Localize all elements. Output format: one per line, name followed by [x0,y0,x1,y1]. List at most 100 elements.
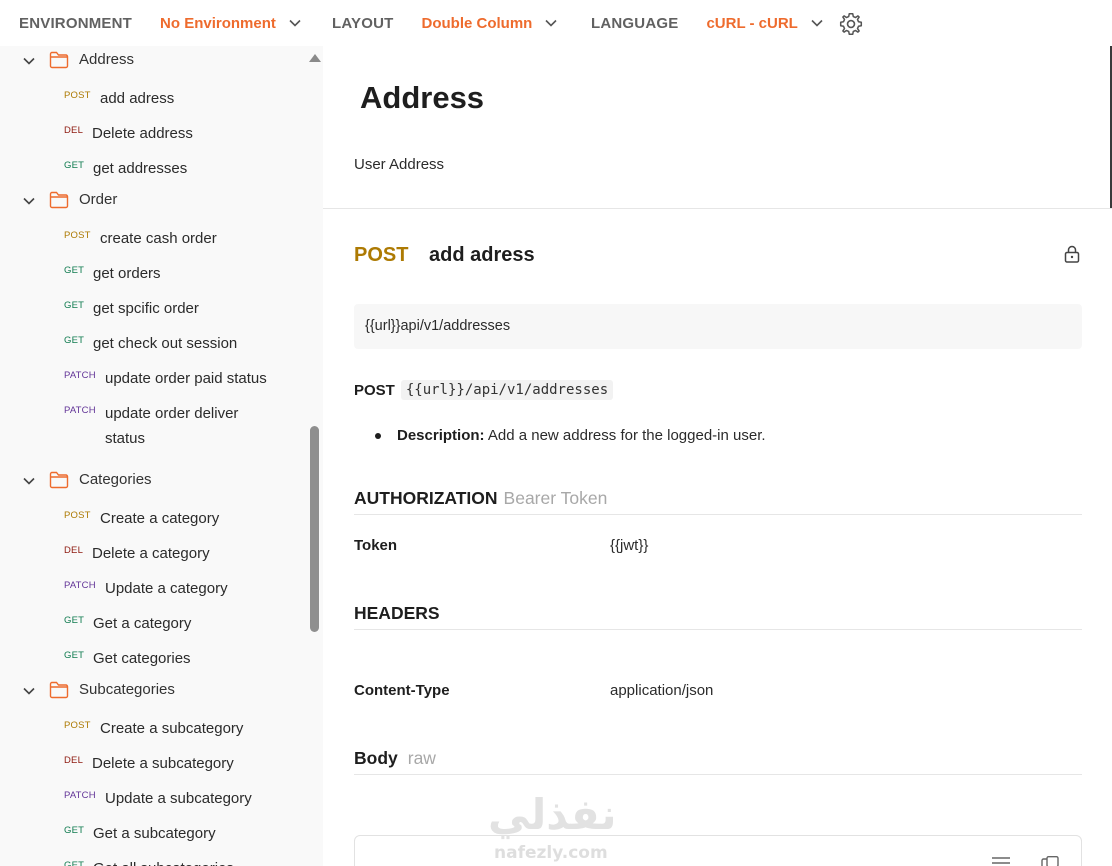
chevron-down-icon[interactable] [22,54,36,68]
sidebar-request-item[interactable]: POST create cash order [0,219,305,254]
folder-icon [49,51,69,69]
sidebar-request-item[interactable]: PATCH Update a subcategory [0,779,305,814]
layout-label: LAYOUT [332,14,394,32]
request-name: add adress [429,244,535,266]
top-bar: ENVIRONMENT No Environment LAYOUT Double… [0,0,1112,46]
sidebar-folder-categories[interactable]: Categories [0,464,305,499]
lock-icon[interactable] [1062,244,1082,264]
request-label: Update a subcategory [105,790,252,807]
copy-icon[interactable] [1041,855,1061,866]
chevron-down-icon[interactable] [22,684,36,698]
chevron-down-icon[interactable] [22,194,36,208]
environment-label: ENVIRONMENT [19,14,133,32]
sidebar-request-item[interactable]: DEL Delete a category [0,534,305,569]
sidebar-folder-subcategories[interactable]: Subcategories [0,674,305,709]
method-badge: GET [64,300,85,311]
sidebar-folder-order[interactable]: Order [0,184,305,219]
request-label: update order deliver [105,405,239,422]
folder-name: Subcategories [79,681,175,698]
method-badge: DEL [64,755,84,766]
folder-icon [49,191,69,209]
sidebar-request-item[interactable]: PATCH update order paid status [0,359,305,394]
method-badge: POST [64,720,91,731]
layout-selector[interactable]: LAYOUT Double Column [332,12,562,34]
method-badge: PATCH [64,370,96,381]
format-lines-icon[interactable] [991,855,1011,866]
folder-name: Categories [79,471,152,488]
body-title: Body [354,748,398,768]
scrollbar-thumb[interactable] [310,426,319,632]
method-badge: DEL [64,125,84,136]
request-label: create cash order [100,230,217,247]
folder-icon [49,471,69,489]
headers-heading: HEADERS [354,603,440,623]
method-badge: PATCH [64,790,96,801]
sidebar-request-item[interactable]: GET Get a subcategory [0,814,305,849]
sidebar: Address POST add adress DEL Delete address GE… [0,46,305,866]
sidebar-request-item[interactable]: PATCH Update a category [0,569,305,604]
method-badge: POST [64,510,91,521]
request-label: Get a category [93,615,192,632]
method-badge: DEL [64,545,84,556]
folder-name: Order [79,191,118,208]
folder-name: Address [79,51,135,68]
header-value: application/json [610,682,714,699]
body-mode: raw [407,748,436,768]
watermark-latin: nafezly.com [494,843,608,863]
layout-value[interactable]: Double Column [422,15,533,32]
request-label: get check out session [93,335,238,352]
method-badge: POST [64,90,91,101]
sidebar-request-item[interactable]: DEL Delete address [0,114,305,149]
chevron-down-icon[interactable] [284,12,306,34]
request-label-line2: status [105,430,146,447]
sidebar-request-item[interactable]: GET Get categories [0,639,305,674]
method-badge: PATCH [64,405,96,416]
sidebar-folder-address[interactable]: Address [0,46,305,79]
sidebar-request-item[interactable]: POST Create a category [0,499,305,534]
bullet-point [375,433,381,439]
method-badge: PATCH [64,580,96,591]
sidebar-request-item[interactable]: GET get addresses [0,149,305,184]
sidebar-request-item[interactable]: POST Create a subcategory [0,709,305,744]
sidebar-request-item[interactable]: POST add adress [0,79,305,114]
scroll-up-arrow-icon[interactable] [309,54,321,62]
chevron-down-icon[interactable] [22,474,36,488]
token-value: {{jwt}} [610,537,649,554]
gear-icon[interactable] [838,11,864,37]
method-badge: POST [64,230,91,241]
chevron-down-icon[interactable] [540,12,562,34]
request-label: Delete a subcategory [92,755,234,772]
language-selector[interactable]: LANGUAGE cURL - cURL [591,12,828,34]
watermark-arabic: نفذلي [488,790,617,839]
page-title: Address [360,80,485,115]
sidebar-request-item[interactable]: GET get check out session [0,324,305,359]
body-heading: Body raw [354,748,436,769]
description-label: Description: [397,427,485,444]
method-badge: GET [64,825,85,836]
language-label: LANGUAGE [591,14,679,32]
language-value[interactable]: cURL - cURL [706,15,797,32]
request-label: Delete address [92,125,193,142]
endpoint-line: POST {{url}}/api/v1/addresses [354,380,614,400]
request-label: Get a subcategory [93,825,216,842]
endpoint-method: POST [354,381,395,399]
sidebar-request-item[interactable]: GET Get all subcategories [0,849,305,866]
sidebar-request-item[interactable]: PATCH update order deliver status [0,394,305,447]
sidebar-request-item[interactable]: DEL Delete a subcategory [0,744,305,779]
sidebar-request-item[interactable]: GET Get a category [0,604,305,639]
folder-icon [49,681,69,699]
sidebar-request-item[interactable]: GET get spcific order [0,289,305,324]
request-label: get spcific order [93,300,199,317]
method-badge: GET [64,650,85,661]
body-code-box[interactable] [354,835,1082,866]
request-label: Get categories [93,650,191,667]
request-label: add adress [100,90,175,107]
sidebar-request-item[interactable]: GET get orders [0,254,305,289]
request-label: Update a category [105,580,228,597]
token-key: Token [354,537,398,554]
url-box[interactable]: {{url}}api/v1/addresses [354,304,1082,349]
environment-value[interactable]: No Environment [160,15,276,32]
environment-selector[interactable]: ENVIRONMENT No Environment [19,12,306,34]
chevron-down-icon[interactable] [806,12,828,34]
authorization-heading: AUTHORIZATION Bearer Token [354,488,607,509]
